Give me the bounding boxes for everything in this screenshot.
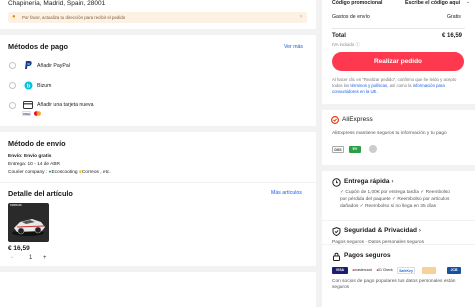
fast-delivery-line-3: dañados ✓ Reembolso si no llega en 35 dí… (340, 204, 437, 209)
qty-minus-button[interactable]: − (10, 255, 14, 261)
jcb-logo: JCB (447, 267, 461, 274)
order-summary-card: Código promocional Escribe el código aqu… (322, 0, 475, 104)
terms-text-mid: , así como la (387, 83, 413, 89)
add-paypal-label[interactable]: Añadir PayPal (37, 63, 70, 69)
payment-title: Métodos de pago (8, 42, 68, 51)
clock-icon (332, 178, 341, 187)
vat-note: IVA incluido ⓘ (332, 42, 360, 48)
delivery-date: Entrega: 10 - 14 de ABR (8, 162, 60, 167)
lock-icon (333, 252, 340, 261)
aliexpress-trust-card: AliExpress AliExpress mantiene seguros t… (322, 110, 475, 165)
aliexpress-logo-icon (331, 116, 339, 124)
shipping-cost-label: Gastos de envío (332, 14, 370, 20)
courier-ecoscooting: Ecoscooting (51, 170, 78, 175)
security-seal-icon (369, 145, 377, 153)
secure-payments-text: Con socios de pago populares tus datos p… (332, 279, 456, 291)
security-title[interactable]: Seguridad & Privacidad › (344, 227, 421, 234)
courier-suffix: , etc. (100, 170, 111, 175)
shipping-method-value: Envío: Envío gratis (8, 154, 52, 159)
product-thumbnail[interactable]: FERRARI (8, 203, 49, 242)
chevron-right-icon: › (418, 227, 421, 234)
visa-logo: VISA (332, 267, 348, 274)
more-items-link[interactable]: Más artículos (271, 190, 302, 196)
radio-new-card[interactable] (9, 102, 16, 109)
terms-note: Al hacer clic en "Realizar pedido", conf… (332, 77, 466, 96)
secure-payments-title: Pagos seguros (344, 252, 391, 259)
shipping-cost-value: Gratis (447, 14, 461, 20)
fast-delivery-title[interactable]: Entrega rápida › (344, 178, 394, 185)
card-icon (23, 101, 33, 109)
summary-divider (332, 28, 465, 29)
item-detail-title: Detalle del artículo (8, 189, 73, 198)
add-card-label[interactable]: Añadir una tarjeta nueva (37, 102, 94, 108)
safekey-logo: SafeKey (397, 267, 415, 274)
qty-plus-button[interactable]: + (43, 255, 47, 261)
place-order-button[interactable]: Realizar pedido (332, 52, 464, 71)
paypal-icon (25, 61, 32, 69)
item-price: € 16,59 (8, 245, 30, 252)
chevron-right-icon[interactable]: › (300, 14, 302, 20)
warning-icon: ● (12, 14, 16, 20)
info-icon[interactable]: ⓘ (355, 42, 359, 47)
bizum-icon: b (24, 81, 33, 90)
shipping-method-card: Método de envío Envío: Envío gratis Entr… (0, 132, 316, 182)
courier-correos: Correos (81, 170, 99, 175)
radio-paypal[interactable] (9, 62, 16, 69)
visa-logo: VISA (22, 111, 31, 116)
shipping-method-title: Método de envío (8, 139, 66, 148)
order-summary-column: Código promocional Escribe el código aqu… (322, 0, 475, 307)
promo-code-input[interactable]: Escribe el código aquí (405, 0, 460, 6)
terms-link[interactable]: términos y políticas (350, 83, 387, 88)
total-value: € 16,59 (442, 33, 463, 39)
vat-note-text: IVA incluido (332, 42, 355, 47)
fast-delivery-card: Entrega rápida › ✓ Cupón de 1,00€ por en… (322, 171, 475, 220)
payment-card: Métodos de pago Ver más Añadir PayPal b … (0, 35, 316, 126)
shipping-address: Chapinería, Madrid, Spain, 28001 (8, 0, 106, 7)
secure-payments-card: Pagos seguros VISA ●mastercard ●ID Check… (322, 244, 475, 307)
ev-ssl-badge: EV SSL (349, 146, 361, 158)
qty-value[interactable]: 1 (29, 255, 32, 261)
blank-footer-card (0, 272, 316, 307)
terms-text-end: . (376, 89, 378, 95)
aliexpress-brand: AliExpress (342, 116, 373, 123)
courier-line: Courier company : ●Ecoscooting ■Correos … (8, 170, 111, 175)
mastercard-icon (34, 111, 41, 116)
courier-prefix: Courier company : (8, 170, 48, 175)
address-warning[interactable]: ● Por favor, actualiza tu dirección para… (8, 12, 307, 23)
total-label: Total (332, 33, 346, 39)
shield-icon (332, 227, 341, 236)
chevron-right-icon: › (391, 178, 394, 185)
fast-delivery-title-text: Entrega rápida (344, 178, 390, 185)
bizum-label[interactable]: Bizum (37, 83, 51, 89)
checkout-left-column: Chapinería, Madrid, Spain, 28001 ● Por f… (0, 0, 316, 307)
id-check-logo: ●ID Check (376, 267, 393, 274)
pci-dss-badge: DSS (332, 146, 344, 153)
payment-logo-orange (422, 267, 436, 274)
mastercard-logo: ●mastercard (352, 267, 372, 274)
promo-label: Código promocional (332, 0, 383, 6)
address-card: Chapinería, Madrid, Spain, 28001 ● Por f… (0, 0, 316, 29)
address-warning-text: Por favor, actualiza tu dirección para r… (22, 14, 126, 20)
trust-text: AliExpress mantiene seguros tu informaci… (332, 131, 447, 136)
chevron-down-icon[interactable]: ⌄ (466, 0, 470, 5)
security-title-text: Seguridad & Privacidad (344, 227, 417, 234)
radio-bizum[interactable] (9, 82, 16, 89)
car-image (12, 219, 45, 236)
see-more-payment-link[interactable]: Ver más (284, 44, 303, 50)
